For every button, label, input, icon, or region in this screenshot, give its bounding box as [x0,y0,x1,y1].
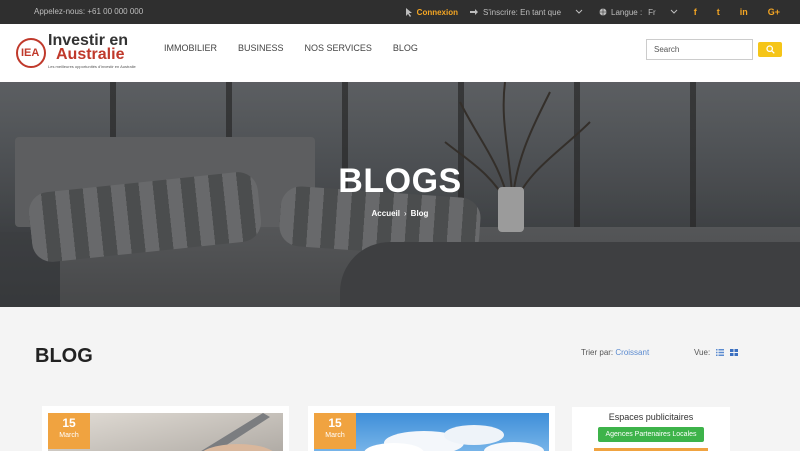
register-label: S'inscrire: En tant que [483,7,562,17]
date-day: 15 [328,416,342,430]
login-link[interactable]: Connexion [405,7,459,17]
nav-item-blog[interactable]: BLOG [393,43,418,53]
sort-label: Trier par: [581,348,614,357]
ads-widget: Espaces publicitaires Agences Partenaire… [572,407,730,451]
nav-item-immobilier[interactable]: IMMOBILIER [164,43,217,53]
breadcrumb-separator: › [404,209,407,218]
topbar-right: Connexion S'inscrire: En tant que Langue… [405,0,800,24]
search-input[interactable] [646,39,753,60]
page-title: BLOGS [338,162,462,200]
logo-tagline: Les meilleures opportunités d'investir e… [48,64,136,69]
view-toggle: Vue: [694,348,739,357]
nav-item-business[interactable]: BUSINESS [238,43,284,53]
site-header: IEA Investir en Australie Les meilleures… [0,24,800,82]
partner-agencies-button[interactable]: Agences Partenaires Locales [598,427,704,442]
logo-badge: IEA [16,38,46,68]
chevron-down-icon [670,9,678,14]
blog-card[interactable]: 15 March [42,406,289,451]
breadcrumb-current: Blog [410,209,429,218]
list-view-icon[interactable] [716,349,725,356]
grid-view-icon[interactable] [730,349,739,356]
date-badge: 15 March [48,413,90,449]
breadcrumb: Accueil › Blog [0,209,800,218]
logo-line2: Australie [56,46,125,63]
breadcrumb-home[interactable]: Accueil [372,209,400,218]
view-label: Vue: [694,348,711,357]
globe-icon [599,8,607,16]
search-icon [765,45,775,54]
top-bar: Appelez-nous: +61 00 000 000 Connexion S… [0,0,800,24]
chevron-down-icon [575,9,583,14]
nav-item-services[interactable]: NOS SERVICES [305,43,372,53]
twitter-icon[interactable]: t [717,7,720,17]
googleplus-icon[interactable]: G+ [768,7,780,17]
language-value: Fr [648,7,656,17]
ads-title: Espaces publicitaires [608,412,694,422]
blog-card[interactable]: 15 March [308,406,555,451]
login-label: Connexion [416,7,459,17]
main-nav: IMMOBILIER BUSINESS NOS SERVICES BLOG [164,43,439,53]
language-label: Langue : [611,7,643,17]
signin-icon [470,9,479,15]
logo-badge-text: IEA [21,47,40,59]
hero-banner: BLOGS Accueil › Blog [0,82,800,307]
cursor-icon [405,7,412,17]
date-day: 15 [62,416,76,430]
date-month: March [325,432,345,439]
sort-control: Trier par: Croissant [581,348,649,357]
register-link[interactable]: S'inscrire: En tant que [470,8,587,17]
date-badge: 15 March [314,413,356,449]
facebook-icon[interactable]: f [694,7,697,17]
site-logo[interactable]: IEA Investir en Australie Les meilleures… [16,30,140,76]
search-button[interactable] [758,42,782,57]
date-month: March [59,432,79,439]
section-title: BLOG [35,345,93,367]
phone-number: Appelez-nous: +61 00 000 000 [34,7,144,16]
sort-value-link[interactable]: Croissant [615,348,649,357]
linkedin-icon[interactable]: in [740,7,748,17]
language-selector[interactable]: Langue : Fr [599,8,682,17]
